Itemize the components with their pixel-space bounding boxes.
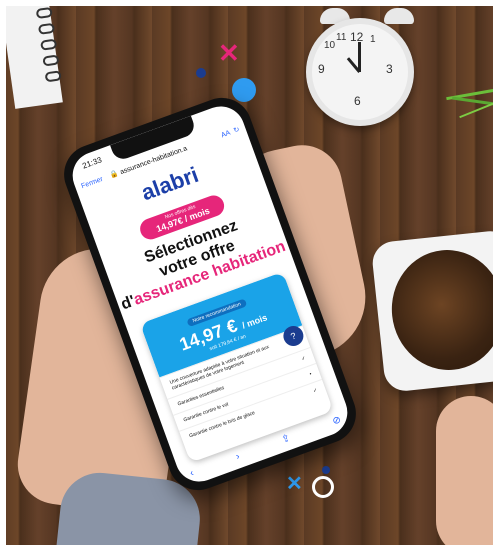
photo-scene: 12 3 6 9 10 11 1 ✕ ✕ 21:33 Fermer 🔒 assu… bbox=[0, 0, 499, 551]
notebook-ring bbox=[37, 22, 56, 35]
x-mark-icon: ✕ bbox=[218, 38, 240, 68]
reload-icon[interactable]: ↻ bbox=[232, 125, 241, 135]
compass-icon[interactable]: ⊘ bbox=[331, 414, 343, 427]
check-icon: ✓ bbox=[312, 387, 319, 395]
coffee-cup bbox=[370, 229, 499, 393]
clock-number: 1 bbox=[370, 34, 376, 45]
clock-number: 9 bbox=[318, 62, 325, 76]
status-time: 21:33 bbox=[81, 155, 104, 171]
clock-number: 10 bbox=[324, 40, 336, 51]
notebook-ring bbox=[44, 70, 62, 83]
clock-number: 12 bbox=[350, 30, 364, 44]
clock-number: 3 bbox=[386, 62, 393, 76]
dot-icon bbox=[196, 68, 206, 78]
right-hand-holding-cup bbox=[436, 396, 499, 551]
close-button[interactable]: Fermer bbox=[80, 175, 104, 189]
forward-icon[interactable]: › bbox=[234, 451, 241, 462]
clock-bell bbox=[384, 8, 414, 24]
circle-icon bbox=[312, 476, 334, 498]
dot-icon bbox=[322, 466, 330, 474]
notebook-ring bbox=[40, 38, 58, 51]
dot-icon bbox=[232, 78, 256, 102]
share-icon[interactable]: ⇪ bbox=[280, 433, 292, 446]
notebook-ring bbox=[35, 6, 53, 20]
check-icon: ✓ bbox=[300, 355, 307, 363]
coffee-surface bbox=[385, 244, 499, 376]
x-mark-icon: ✕ bbox=[286, 473, 303, 495]
back-icon[interactable]: ‹ bbox=[189, 468, 196, 479]
reader-button[interactable]: AA bbox=[220, 129, 231, 139]
clock-number: 11 bbox=[336, 32, 347, 43]
alarm-clock: 12 3 6 9 10 11 1 bbox=[306, 18, 414, 126]
spiral-notebook bbox=[0, 0, 63, 109]
lock-icon: 🔒 bbox=[109, 170, 120, 180]
notebook-ring bbox=[42, 54, 60, 67]
clock-number: 6 bbox=[354, 94, 361, 108]
check-icon: • bbox=[308, 371, 313, 378]
